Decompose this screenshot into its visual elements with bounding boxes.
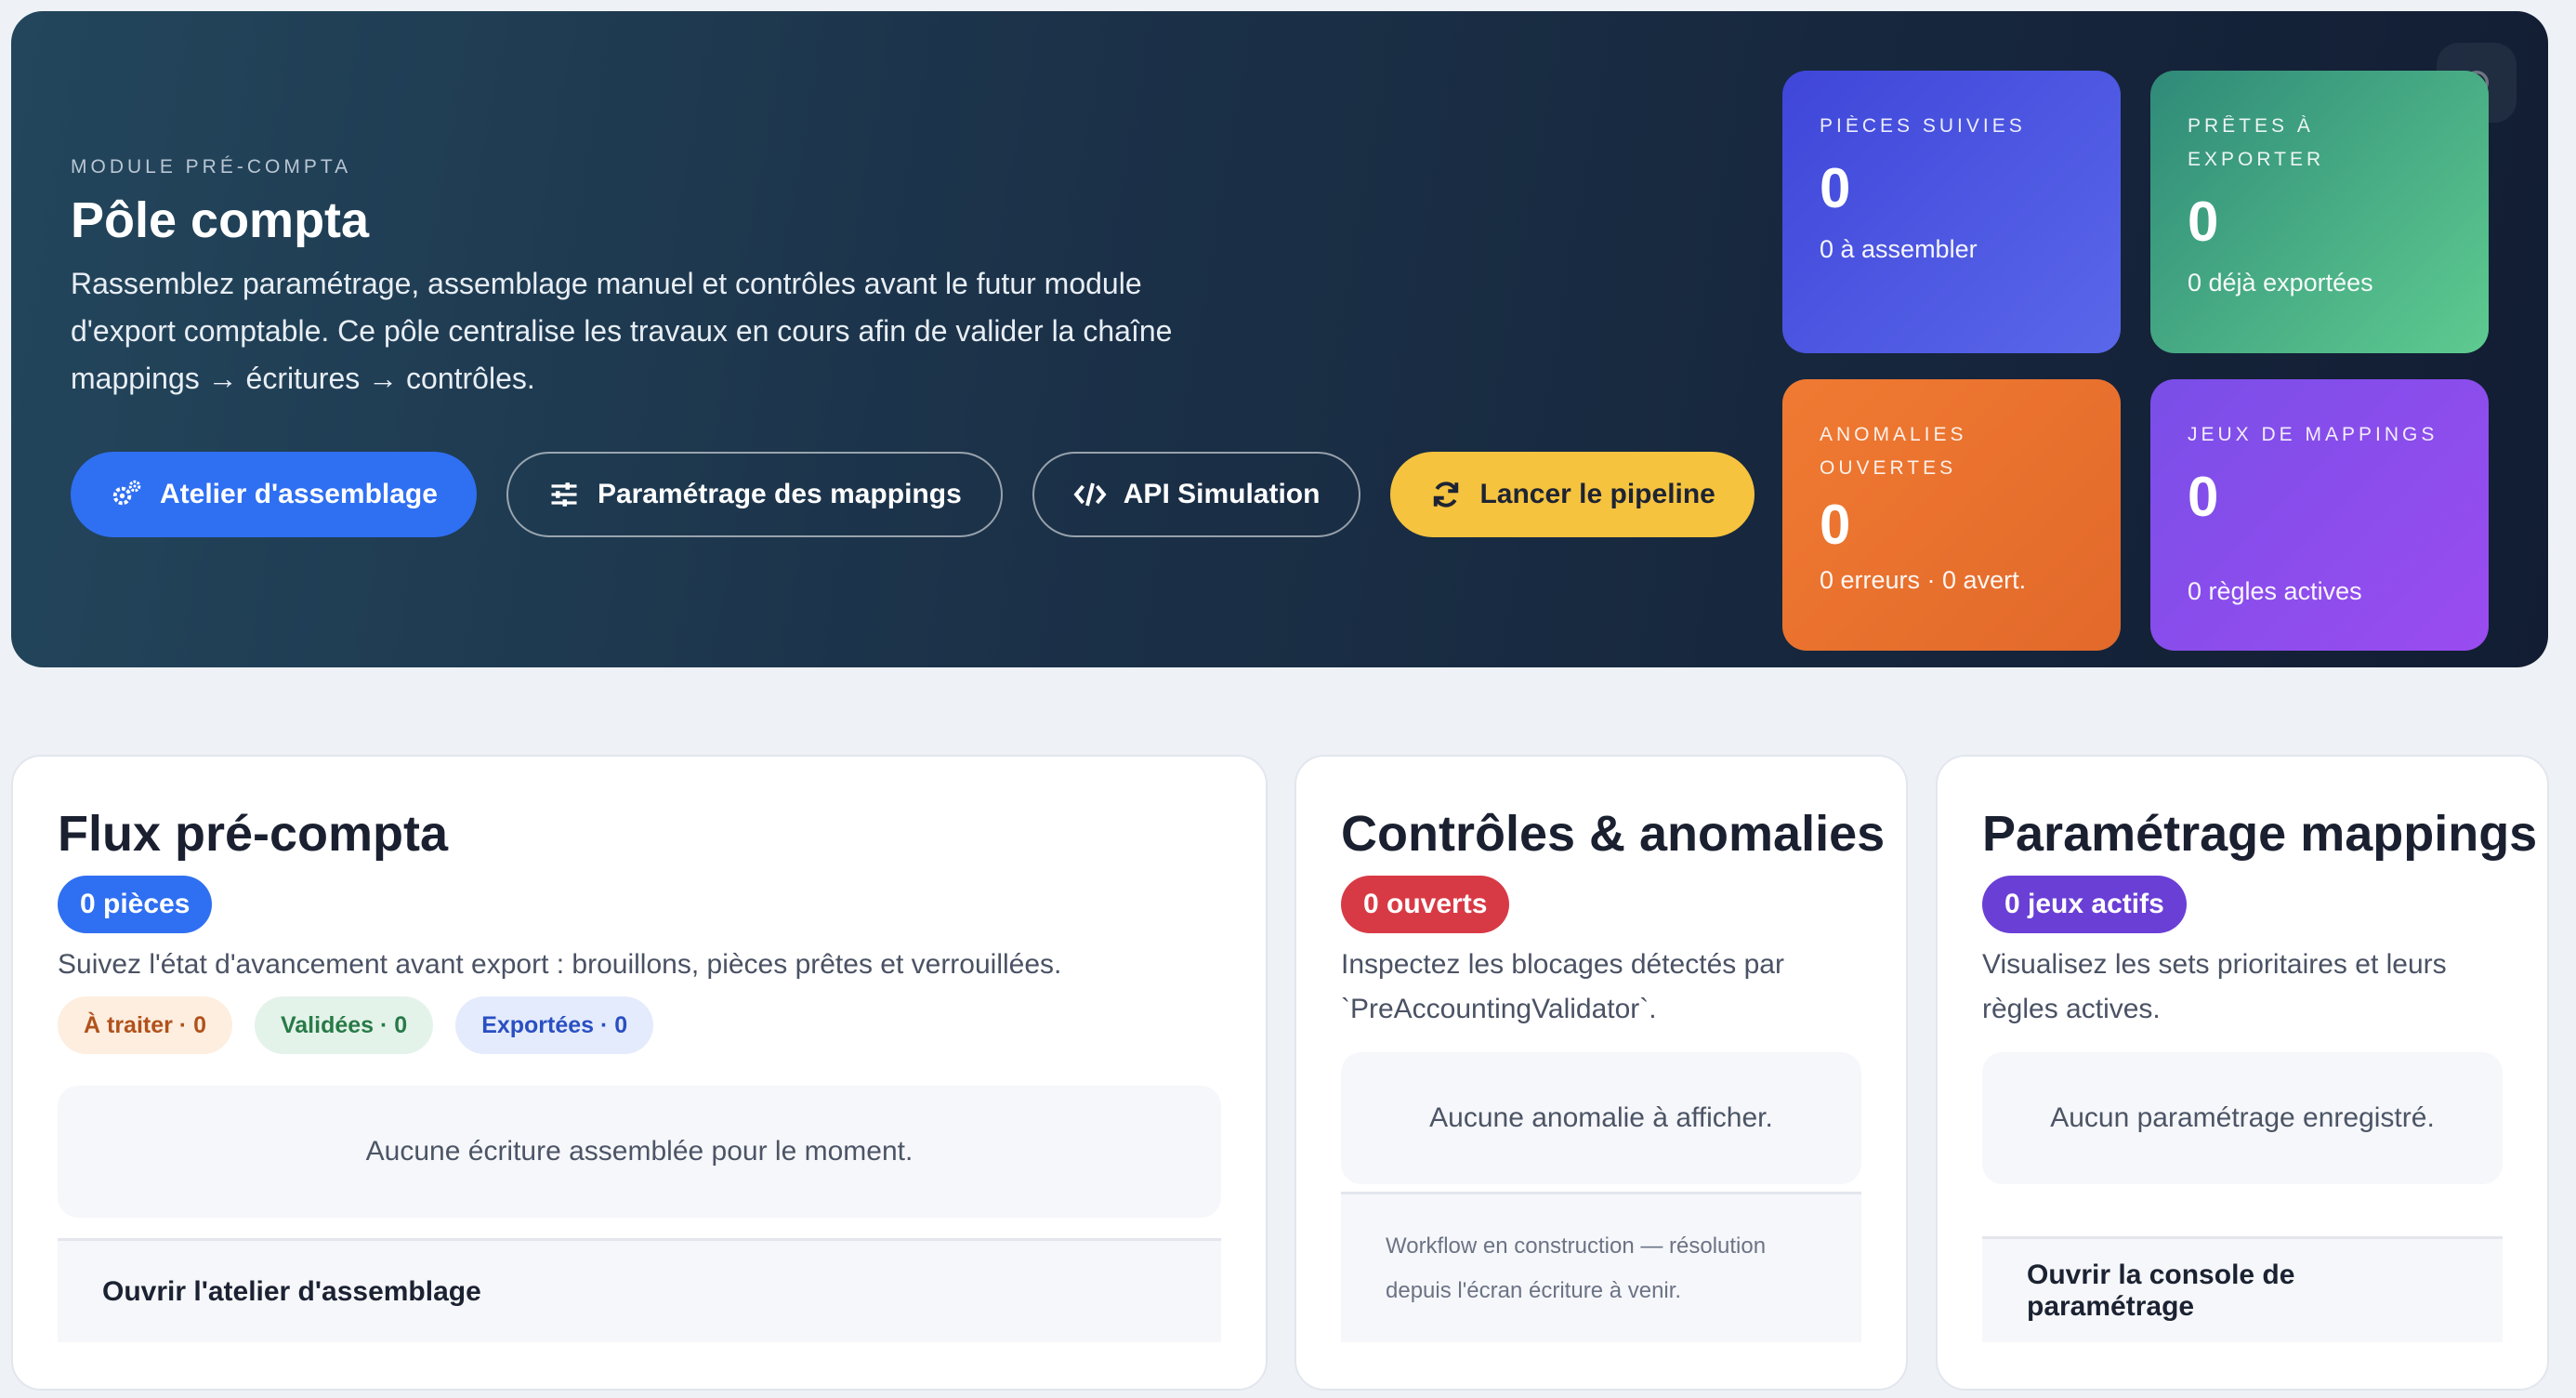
pieces-count-badge: 0 pièces xyxy=(58,876,213,933)
hero-description: Rassemblez paramétrage, assemblage manue… xyxy=(71,267,1173,395)
hero-actions: Atelier d'assemblage Paramétrage des map… xyxy=(71,452,1755,537)
sliders-icon xyxy=(551,482,577,507)
card-description: Inspectez les blocages détectés par `Pre… xyxy=(1341,949,1784,1024)
stat-value: 0 xyxy=(1820,494,1851,556)
stat-sub: 0 à assembler xyxy=(1820,235,1978,263)
stat-value: 0 xyxy=(2188,466,2219,528)
stat-label: ANOMALIES OUVERTES xyxy=(1820,424,1967,479)
api-simulation-label: API Simulation xyxy=(1123,479,1321,509)
card-controls-anomalies: Contrôles & anomalies 0 ouverts Inspecte… xyxy=(1295,755,1908,1391)
card-mapping-settings: Paramétrage mappings 0 jeux actifs Visua… xyxy=(1936,755,2549,1391)
footer-link-label: Ouvrir la console de paramétrage xyxy=(2027,1259,2295,1322)
stat-open-anomalies: ANOMALIES OUVERTES 0 0 erreurs · 0 avert… xyxy=(1782,379,2121,651)
stat-ready-to-export: PRÊTES À EXPORTER 0 0 déjà exportées xyxy=(2150,71,2489,353)
card-title: Flux pré-compta xyxy=(58,806,449,862)
card-description: Visualisez les sets prioritaires et leur… xyxy=(1982,949,2447,1024)
stat-label: JEUX DE MAPPINGS xyxy=(2188,424,2438,445)
stat-sub: 0 déjà exportées xyxy=(2188,269,2373,297)
card-flux-precompta: Flux pré-compta 0 pièces Suivez l'état d… xyxy=(11,755,1268,1391)
open-settings-console-link[interactable]: Ouvrir la console de paramétrage xyxy=(1982,1236,2503,1342)
footer-link-label: Ouvrir l'atelier d'assemblage xyxy=(102,1275,481,1307)
open-anomalies-badge: 0 ouverts xyxy=(1341,876,1510,933)
assembly-workshop-label: Atelier d'assemblage xyxy=(160,479,438,509)
stat-mapping-sets: JEUX DE MAPPINGS 0 0 règles actives xyxy=(2150,379,2489,651)
hero-text: MODULE PRÉ-COMPTA Pôle compta Rassemblez… xyxy=(71,156,1279,402)
mapping-settings-button[interactable]: Paramétrage des mappings xyxy=(506,452,1003,537)
card-title: Paramétrage mappings xyxy=(1982,806,2538,862)
chip-exported[interactable]: Exportées · 0 xyxy=(455,996,654,1054)
api-simulation-button[interactable]: API Simulation xyxy=(1032,452,1361,537)
stat-value: 0 xyxy=(1820,157,1851,219)
stat-value: 0 xyxy=(2188,191,2219,253)
empty-state: Aucun paramétrage enregistré. xyxy=(1982,1052,2503,1184)
stat-label: PRÊTES À EXPORTER xyxy=(2188,115,2325,170)
card-description: Suivez l'état d'avancement avant export … xyxy=(58,949,1062,980)
stat-sub: 0 règles actives xyxy=(2188,577,2362,605)
page-title: Pôle compta xyxy=(71,192,370,248)
empty-state: Aucune écriture assemblée pour le moment… xyxy=(58,1086,1221,1218)
stat-label: PIÈCES SUIVIES xyxy=(1820,115,2026,137)
hero-banner: MODULE PRÉ-COMPTA Pôle compta Rassemblez… xyxy=(11,11,2548,667)
refresh-icon xyxy=(1434,481,1459,508)
run-pipeline-label: Lancer le pipeline xyxy=(1479,479,1715,509)
stats-grid: PIÈCES SUIVIES 0 0 à assembler PRÊTES À … xyxy=(1782,71,2489,651)
stat-sub: 0 erreurs · 0 avert. xyxy=(1820,566,2027,594)
open-assembly-workshop-link[interactable]: Ouvrir l'atelier d'assemblage xyxy=(58,1238,1221,1342)
gears-icon xyxy=(112,480,141,506)
empty-state: Aucune anomalie à afficher. xyxy=(1341,1052,1861,1184)
chip-validated[interactable]: Validées · 0 xyxy=(254,996,434,1054)
workflow-note: Workflow en construction — résolution de… xyxy=(1341,1192,1861,1342)
stat-tracked-pieces: PIÈCES SUIVIES 0 0 à assembler xyxy=(1782,71,2121,353)
chip-to-process[interactable]: À traiter · 0 xyxy=(58,996,232,1054)
active-sets-badge: 0 jeux actifs xyxy=(1982,876,2187,933)
workflow-note-text: Workflow en construction — résolution de… xyxy=(1386,1233,1767,1303)
card-title: Contrôles & anomalies xyxy=(1341,806,1886,862)
module-eyebrow: MODULE PRÉ-COMPTA xyxy=(71,156,352,178)
code-icon xyxy=(1073,482,1107,507)
mapping-settings-label: Paramétrage des mappings xyxy=(597,479,962,509)
assembly-workshop-button[interactable]: Atelier d'assemblage xyxy=(71,452,477,537)
run-pipeline-button[interactable]: Lancer le pipeline xyxy=(1390,452,1755,537)
status-chips: À traiter · 0 Validées · 0 Exportées · 0 xyxy=(58,996,1221,1054)
